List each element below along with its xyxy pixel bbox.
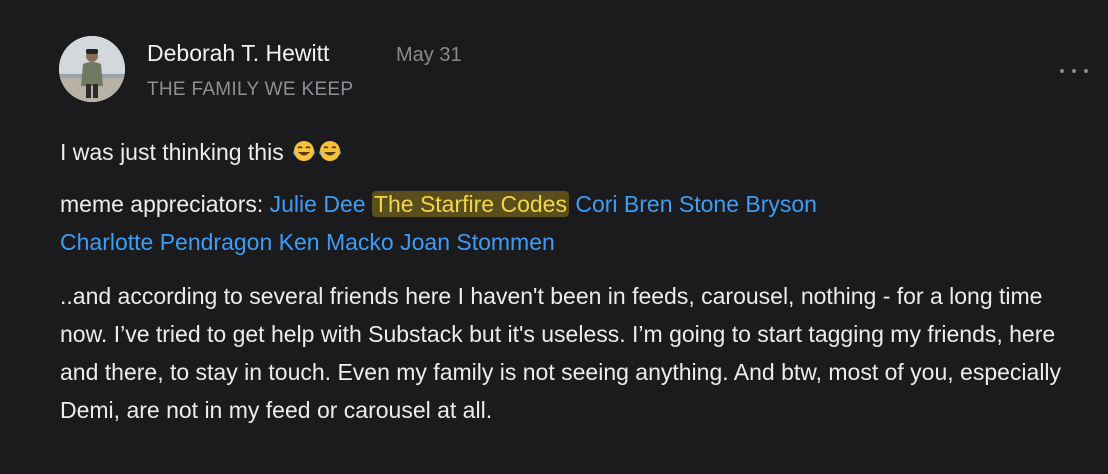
publication-name[interactable]: THE FAMILY WE KEEP <box>147 79 353 101</box>
mentions-prefix: meme appreciators: <box>60 191 264 217</box>
post-date[interactable]: May 31 <box>396 44 462 67</box>
author-avatar[interactable] <box>59 36 125 102</box>
mention-link[interactable]: Stone Bryson <box>679 191 817 217</box>
mentions-paragraph: meme appreciators: Julie Dee The Starfir… <box>60 185 1090 261</box>
author-name[interactable]: Deborah T. Hewitt <box>147 40 329 67</box>
more-horizontal-icon-dot <box>1084 69 1088 73</box>
mention-link[interactable]: Ken Macko <box>279 229 394 255</box>
more-horizontal-icon <box>1060 69 1064 73</box>
face-with-tears-of-joy-icon <box>293 141 315 161</box>
more-horizontal-icon-dot <box>1072 69 1076 73</box>
post-body: ..and according to several friends here … <box>60 283 1062 423</box>
avatar-image <box>59 36 125 102</box>
mention-link[interactable]: Charlotte Pendragon <box>60 229 272 255</box>
mention-link-highlighted[interactable]: The Starfire Codes <box>371 191 569 217</box>
mention-link[interactable]: Cori Bren <box>575 191 672 217</box>
face-with-tears-of-joy-icon <box>319 141 341 161</box>
mention-link[interactable]: Julie Dee <box>270 191 366 217</box>
post-line-1-text: I was just thinking this <box>60 139 284 165</box>
post-line-1: I was just thinking this <box>60 133 1090 171</box>
mention-link[interactable]: Joan Stommen <box>400 229 555 255</box>
more-options-button[interactable] <box>1060 60 1088 82</box>
